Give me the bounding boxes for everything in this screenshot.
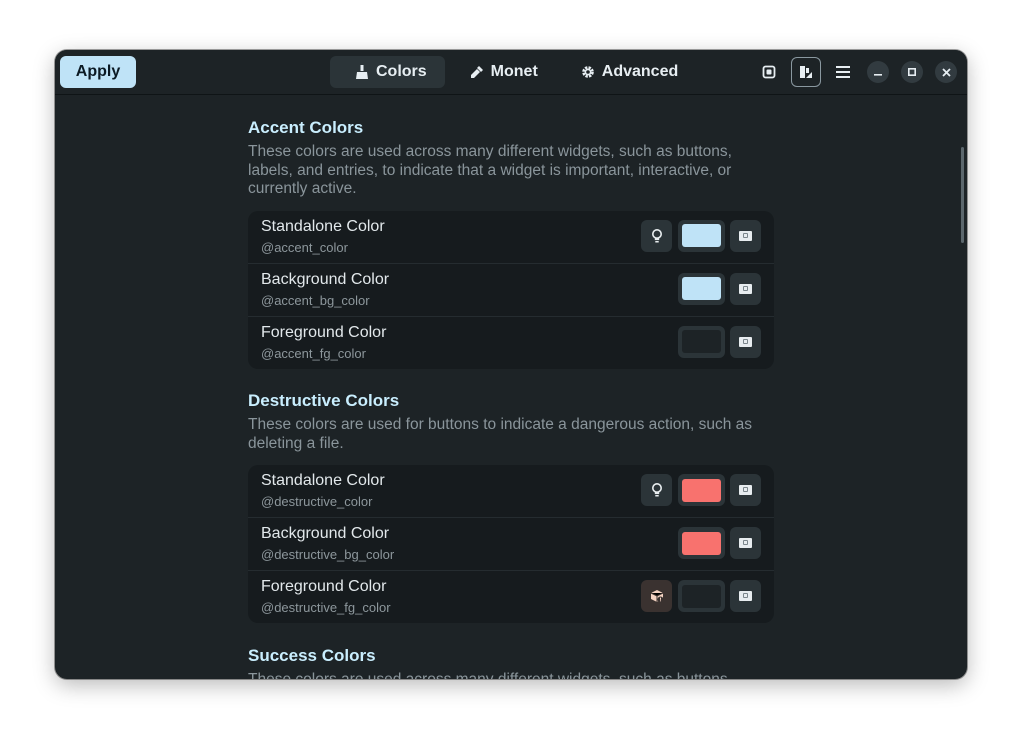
color-swatch xyxy=(682,224,721,247)
row-title: Foreground Color xyxy=(261,323,387,341)
scrollbar[interactable] xyxy=(961,147,964,243)
color-swatch xyxy=(682,330,721,353)
color-group: Standalone Color @accent_color Backgroun… xyxy=(248,210,774,369)
menu-icon[interactable] xyxy=(829,58,857,86)
color-swatch-button[interactable] xyxy=(678,580,725,612)
maximize-icon[interactable] xyxy=(901,61,923,83)
tab-monet[interactable]: Monet xyxy=(445,56,556,88)
header-bar: Apply Colors Monet Advanced xyxy=(55,50,967,95)
row-title: Background Color xyxy=(261,525,390,542)
dropper-icon xyxy=(470,66,483,78)
success-section: Success Colors These colors are used acr… xyxy=(248,645,774,679)
color-swatch xyxy=(682,277,721,300)
tab-advanced[interactable]: Advanced xyxy=(556,56,696,88)
minimize-icon[interactable] xyxy=(867,61,889,83)
scroll-content[interactable]: Accent Colors These colors are used acro… xyxy=(55,95,967,679)
edit-icon[interactable] xyxy=(730,272,761,305)
bulb-icon[interactable] xyxy=(641,474,672,506)
color-row: Standalone Color @destructive_color xyxy=(248,465,774,517)
section-title: Success Colors xyxy=(248,646,376,665)
color-row: Background Color @accent_bg_color xyxy=(248,262,774,316)
row-title: Foreground Color xyxy=(261,578,387,595)
row-title: Standalone Color xyxy=(261,217,385,235)
color-swatch-button[interactable] xyxy=(678,272,725,305)
section-description: These colors are used across many differ… xyxy=(248,671,774,679)
row-variable: @destructive_fg_color xyxy=(261,600,391,615)
close-icon[interactable] xyxy=(935,61,957,83)
row-variable: @accent_bg_color xyxy=(261,292,370,308)
gear-icon xyxy=(581,66,594,78)
warning-box-icon[interactable] xyxy=(641,580,672,612)
color-row: Background Color @destructive_bg_color xyxy=(248,517,774,570)
row-title: Background Color xyxy=(261,270,390,288)
edit-icon[interactable] xyxy=(730,527,761,559)
bulb-icon[interactable] xyxy=(641,219,672,252)
color-swatch xyxy=(682,531,721,555)
edit-icon[interactable] xyxy=(730,474,761,506)
color-swatch-button[interactable] xyxy=(678,474,725,506)
phone-preview-icon[interactable] xyxy=(755,58,783,86)
row-title: Standalone Color xyxy=(261,472,385,489)
color-swatch-button[interactable] xyxy=(678,219,725,252)
color-group: Standalone Color @destructive_color Back… xyxy=(248,465,774,623)
tab-label: Colors xyxy=(376,63,427,80)
section-title: Accent Colors xyxy=(248,118,364,137)
theme-toggle-icon[interactable] xyxy=(791,57,821,87)
tab-label: Monet xyxy=(490,63,538,80)
edit-icon[interactable] xyxy=(730,325,761,358)
app-window: Apply Colors Monet Advanced Accent Color… xyxy=(55,50,967,679)
accent-section: Accent Colors These colors are used acro… xyxy=(248,117,774,369)
tab-colors[interactable]: Colors xyxy=(330,56,445,88)
color-swatch-button[interactable] xyxy=(678,325,725,358)
row-variable: @destructive_bg_color xyxy=(261,547,395,562)
edit-icon[interactable] xyxy=(730,580,761,612)
section-description: These colors are used across many differ… xyxy=(248,143,732,197)
color-row: Foreground Color @destructive_fg_color xyxy=(248,570,774,623)
row-variable: @destructive_color xyxy=(261,494,373,509)
color-swatch xyxy=(682,584,721,608)
section-description: These colors are used for buttons to ind… xyxy=(248,416,753,452)
color-row: Standalone Color @accent_color xyxy=(248,211,774,263)
row-variable: @accent_color xyxy=(261,239,348,255)
color-row: Foreground Color @accent_fg_color xyxy=(248,315,774,369)
section-title: Destructive Colors xyxy=(248,391,400,410)
edit-icon[interactable] xyxy=(730,219,761,252)
color-swatch-button[interactable] xyxy=(678,527,725,559)
row-variable: @accent_fg_color xyxy=(261,345,366,361)
apply-button[interactable]: Apply xyxy=(60,56,136,88)
broom-icon xyxy=(356,65,368,79)
destructive-section: Destructive Colors These colors are used… xyxy=(248,390,774,623)
tab-label: Advanced xyxy=(601,63,679,80)
color-swatch xyxy=(682,478,721,502)
view-switcher: Colors Monet Advanced xyxy=(330,56,696,88)
